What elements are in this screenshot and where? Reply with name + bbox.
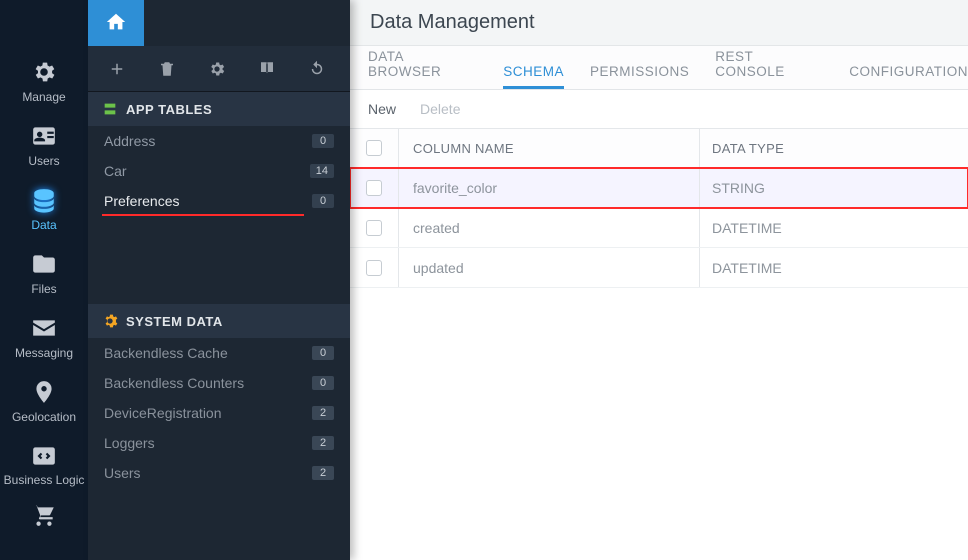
schema-grid-header: COLUMN NAME DATA TYPE (350, 128, 968, 168)
rail-label: Messaging (15, 346, 73, 360)
table-name: DeviceRegistration (104, 405, 222, 421)
folder-icon (31, 250, 57, 278)
data-type-cell: STRING (700, 180, 968, 196)
data-type-cell: DATETIME (700, 220, 968, 236)
app-tables-heading-text: APP TABLES (126, 102, 212, 117)
rail-label: Manage (22, 90, 65, 104)
row-checkbox[interactable] (366, 260, 382, 276)
rail-item-business-logic[interactable]: Business Logic (0, 434, 88, 497)
column-name-cell: created (399, 220, 699, 236)
rail-item-messaging[interactable]: Messaging (0, 306, 88, 370)
database-icon (31, 186, 57, 214)
id-card-icon (31, 122, 57, 150)
count-badge: 0 (312, 346, 334, 360)
home-icon (105, 11, 127, 36)
rail-item-manage[interactable]: Manage (0, 50, 88, 114)
page-title: Data Management (370, 11, 535, 34)
select-all-checkbox[interactable] (366, 140, 382, 156)
row-checkbox[interactable] (366, 180, 382, 196)
data-type-cell: DATETIME (700, 260, 968, 276)
home-button[interactable] (88, 0, 144, 46)
column-name-cell: updated (399, 260, 699, 276)
page-title-bar: Data Management (350, 0, 968, 46)
system-table-item[interactable]: Users 2 (88, 458, 350, 488)
app-table-item[interactable]: Car 14 (88, 156, 350, 186)
cart-icon (31, 501, 57, 529)
row-checkbox[interactable] (366, 220, 382, 236)
delete-table-button[interactable] (156, 58, 178, 80)
app-tables-heading: APP TABLES (88, 92, 350, 126)
table-name: Backendless Cache (104, 345, 228, 361)
column-name-cell: favorite_color (399, 180, 699, 196)
table-name: Preferences (104, 193, 179, 209)
rail-item-files[interactable]: Files (0, 242, 88, 306)
tab-schema[interactable]: SCHEMA (503, 64, 564, 89)
tables-toolbar (88, 46, 350, 92)
data-type-header: DATA TYPE (700, 141, 968, 156)
nav-rail: Manage Users Data Files Messaging Geoloc… (0, 0, 88, 560)
rail-label: Users (28, 154, 59, 168)
table-name: Loggers (104, 435, 155, 451)
rail-label: Files (31, 282, 56, 296)
new-column-button[interactable]: New (368, 101, 396, 117)
system-table-item[interactable]: Loggers 2 (88, 428, 350, 458)
system-data-heading: SYSTEM DATA (88, 304, 350, 338)
schema-row-highlighted[interactable]: favorite_color STRING (350, 168, 968, 208)
app-table-item-selected[interactable]: Preferences 0 (88, 186, 350, 216)
rail-item-cart[interactable] (0, 497, 88, 539)
schema-row[interactable]: created DATETIME (350, 208, 968, 248)
cog-small-icon (102, 313, 118, 329)
table-name: Users (104, 465, 141, 481)
tab-configuration[interactable]: CONFIGURATION (849, 64, 968, 89)
settings-table-button[interactable] (206, 58, 228, 80)
count-badge: 2 (312, 436, 334, 450)
system-table-item[interactable]: Backendless Cache 0 (88, 338, 350, 368)
system-table-item[interactable]: DeviceRegistration 2 (88, 398, 350, 428)
refresh-button[interactable] (306, 58, 328, 80)
gear-icon (31, 58, 57, 86)
code-icon (31, 442, 57, 470)
schema-actions: New Delete (350, 90, 968, 128)
main-panel: Data Management DATA BROWSER SCHEMA PERM… (350, 0, 968, 560)
rail-label: Data (31, 218, 56, 232)
table-name: Address (104, 133, 155, 149)
rail-item-geolocation[interactable]: Geolocation (0, 370, 88, 434)
add-table-button[interactable] (106, 58, 128, 80)
column-name-header: COLUMN NAME (399, 141, 699, 156)
tab-permissions[interactable]: PERMISSIONS (590, 64, 689, 89)
count-badge: 2 (312, 466, 334, 480)
system-table-item[interactable]: Backendless Counters 0 (88, 368, 350, 398)
map-pin-icon (31, 378, 57, 406)
count-badge: 0 (312, 134, 334, 148)
count-badge: 0 (312, 194, 334, 208)
table-name: Backendless Counters (104, 375, 244, 391)
delete-column-button[interactable]: Delete (420, 101, 460, 117)
table-name: Car (104, 163, 127, 179)
tabs-row: DATA BROWSER SCHEMA PERMISSIONS REST CON… (350, 46, 968, 90)
system-tables-list: Backendless Cache 0 Backendless Counters… (88, 338, 350, 488)
rail-label: Geolocation (12, 410, 76, 424)
rail-item-data[interactable]: Data (0, 178, 88, 242)
tables-panel: APP TABLES Address 0 Car 14 Preferences … (88, 0, 350, 560)
server-icon (102, 101, 118, 117)
count-badge: 2 (312, 406, 334, 420)
count-badge: 0 (312, 376, 334, 390)
rail-label: Business Logic (4, 474, 85, 487)
envelope-icon (31, 314, 57, 342)
tab-data-browser[interactable]: DATA BROWSER (368, 49, 477, 89)
rail-item-users[interactable]: Users (0, 114, 88, 178)
app-table-item[interactable]: Address 0 (88, 126, 350, 156)
tab-rest-console[interactable]: REST CONSOLE (715, 49, 823, 89)
schema-row[interactable]: updated DATETIME (350, 248, 968, 288)
system-data-heading-text: SYSTEM DATA (126, 314, 223, 329)
count-badge: 14 (310, 164, 334, 178)
docs-button[interactable] (256, 58, 278, 80)
